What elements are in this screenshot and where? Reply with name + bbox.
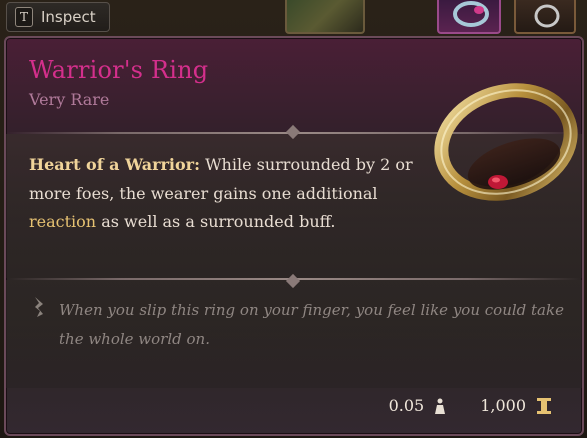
equipment-slot-weapon[interactable] xyxy=(285,0,365,34)
weight-icon xyxy=(435,398,446,414)
ring-slot-icon xyxy=(453,1,489,27)
inspect-button[interactable]: T Inspect xyxy=(6,2,110,32)
gold-icon xyxy=(537,397,551,414)
item-description: Heart of a Warrior: While surrounded by … xyxy=(29,151,429,237)
inspect-label: Inspect xyxy=(41,8,96,26)
inspect-key-hint: T xyxy=(15,7,33,27)
equipment-slot-ring[interactable] xyxy=(437,0,501,34)
equipment-slot-ring-2[interactable] xyxy=(514,0,576,34)
game-screen: T Inspect Warrior's Ring Very Rare Heart… xyxy=(0,0,587,438)
item-tooltip: Warrior's Ring Very Rare Heart of a Warr… xyxy=(4,36,584,436)
flavor-text: When you slip this ring on your finger, … xyxy=(59,301,564,348)
description-text-2: as well as a surrounded buff. xyxy=(96,212,336,231)
item-rarity: Very Rare xyxy=(29,90,110,109)
ring-slot-icon-2 xyxy=(534,4,560,28)
reaction-keyword[interactable]: reaction xyxy=(29,212,96,231)
quill-icon xyxy=(35,297,43,317)
item-weight: 0.05 xyxy=(388,396,425,415)
ring-icon xyxy=(434,83,578,201)
item-value: 1,000 xyxy=(480,396,526,415)
item-name: Warrior's Ring xyxy=(29,56,209,84)
feature-name: Heart of a Warrior: xyxy=(29,155,201,174)
item-footer: 0.05 1,000 xyxy=(389,396,552,415)
